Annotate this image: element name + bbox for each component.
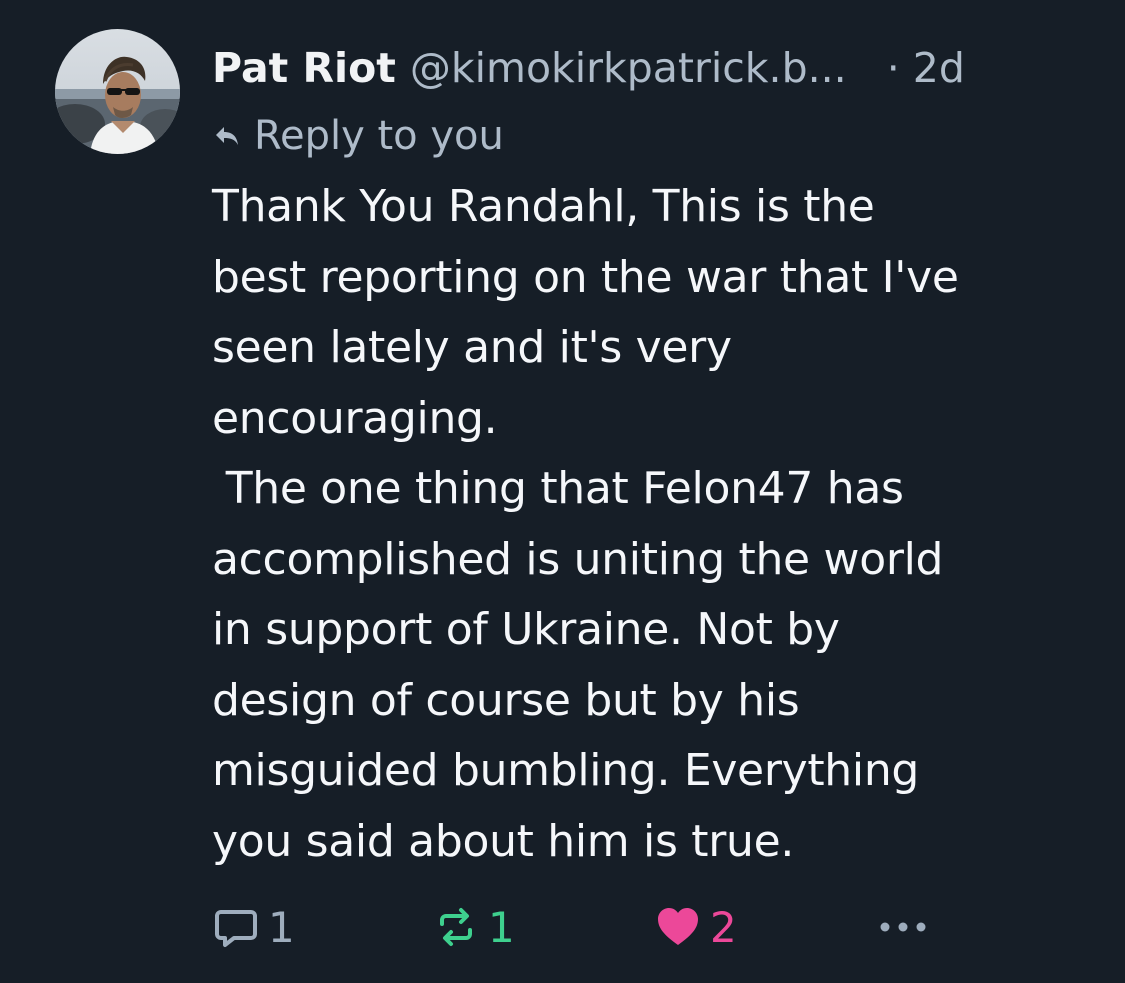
reply-indicator[interactable]: Reply to you: [212, 110, 1092, 162]
repost-arrows-icon: [432, 903, 480, 951]
repost-button[interactable]: 1: [432, 895, 515, 959]
like-button[interactable]: 2: [654, 895, 737, 959]
reply-count: 1: [268, 902, 295, 952]
reply-button[interactable]: 1: [212, 895, 295, 959]
post-card[interactable]: Pat Riot @kimokirkpatrick.b... · 2d Repl…: [0, 0, 1125, 983]
more-options-button[interactable]: [872, 895, 934, 959]
post-actions: 1 1 2: [212, 895, 972, 959]
post-body-text: Thank You Randahl, This is the best repo…: [212, 181, 959, 867]
post-content: Pat Riot @kimokirkpatrick.b... · 2d Repl…: [212, 38, 1092, 877]
like-count: 2: [710, 902, 737, 952]
post-header: Pat Riot @kimokirkpatrick.b... · 2d: [212, 38, 1092, 98]
avatar-photo: [55, 29, 180, 154]
author-name[interactable]: Pat Riot: [212, 38, 396, 98]
post-timestamp[interactable]: · 2d: [887, 38, 965, 98]
repost-count: 1: [488, 902, 515, 952]
author-handle[interactable]: @kimokirkpatrick.b...: [410, 38, 847, 98]
author-avatar[interactable]: [55, 29, 180, 154]
speech-bubble-icon: [212, 903, 260, 951]
ellipsis-icon: [877, 920, 929, 934]
heart-icon: [654, 903, 702, 951]
reply-label: Reply to you: [254, 113, 504, 159]
reply-arrow-icon: [212, 121, 242, 151]
